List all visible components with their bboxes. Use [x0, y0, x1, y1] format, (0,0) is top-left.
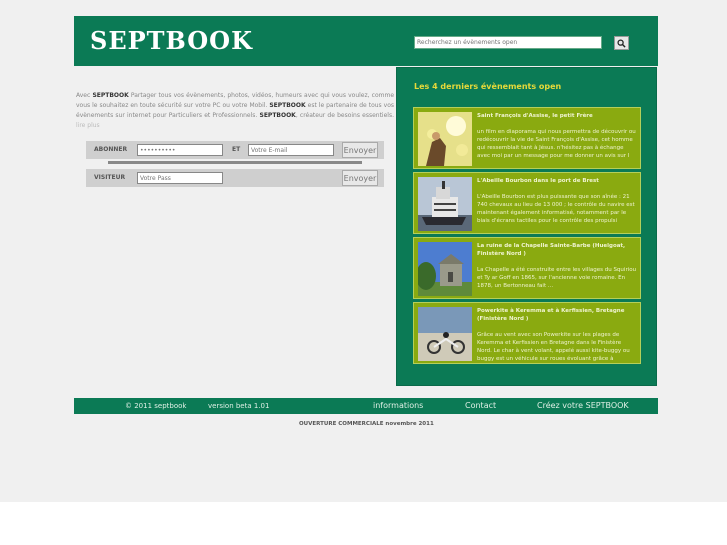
subscribe-row: ABONNER ET Envoyer [86, 141, 384, 159]
event-description: Grâce au vent avec son Powerkite sur les… [477, 332, 630, 362]
event-card[interactable]: Powerkite à Keremma et à Kerfissien, Bre… [413, 302, 641, 364]
search-input[interactable] [414, 36, 602, 49]
brand-name: SEPTBOOK [269, 102, 306, 109]
site-logo[interactable]: SEPTBOOK [90, 26, 253, 55]
event-thumbnail[interactable] [418, 177, 472, 231]
email-field[interactable] [248, 144, 334, 156]
event-description: un film en diaporama qui nous permettra … [477, 129, 636, 159]
brand-name: SEPTBOOK [92, 92, 129, 99]
visitor-row: VISITEUR Envoyer [86, 169, 384, 187]
visitor-pass-field[interactable] [137, 172, 223, 184]
event-title[interactable]: Powerkite à Keremma et à Kerfissien, Bre… [477, 307, 637, 323]
opening-notice: OUVERTURE COMMERCIALE novembre 2011 [299, 421, 434, 427]
event-description: La Chapelle a été construite entre les v… [477, 267, 637, 289]
event-title[interactable]: L'Abeille Bourbon dans le port de Brest [477, 177, 637, 185]
brand-name: SEPTBOOK [259, 112, 296, 119]
event-card[interactable]: Saint François d'Assise, le petit Frère … [413, 107, 641, 169]
header: SEPTBOOK [74, 16, 658, 66]
visitor-label: VISITEUR [94, 174, 126, 181]
copyright-text: © 2011 septbook [125, 402, 187, 410]
separator-bar [108, 161, 362, 164]
events-title: Les 4 derniers évènements open [414, 82, 562, 91]
subscribe-password-field[interactable] [137, 144, 223, 156]
events-panel: Les 4 derniers évènements open Saint Fra… [396, 67, 657, 386]
informations-link[interactable]: informations [373, 401, 423, 410]
subscribe-send-button[interactable]: Envoyer [342, 142, 378, 158]
event-card[interactable]: La ruine de la Chapelle Sainte-Barbe (Hu… [413, 237, 641, 299]
search-icon [617, 38, 626, 48]
event-title[interactable]: Saint François d'Assise, le petit Frère [477, 112, 637, 120]
contact-link[interactable]: Contact [465, 401, 496, 410]
footer: © 2011 septbook version beta 1.01 inform… [74, 398, 658, 414]
visitor-send-button[interactable]: Envoyer [342, 170, 378, 186]
intro-text: Avec SEPTBOOK Partager tous vos évènemen… [76, 92, 395, 129]
read-more-link[interactable]: lire plus [76, 122, 100, 129]
event-thumbnail[interactable] [418, 112, 472, 166]
and-label: ET [232, 146, 241, 153]
subscribe-label: ABONNER [94, 146, 128, 153]
version-text: version beta 1.01 [208, 402, 270, 410]
create-septbook-link[interactable]: Créez votre SEPTBOOK [537, 401, 629, 410]
search-button[interactable] [614, 36, 629, 50]
event-thumbnail[interactable] [418, 307, 472, 361]
event-description: L'Abeille Bourbon est plus puissante que… [477, 194, 635, 224]
event-card[interactable]: L'Abeille Bourbon dans le port de Brest … [413, 172, 641, 234]
event-thumbnail[interactable] [418, 242, 472, 296]
event-title[interactable]: La ruine de la Chapelle Sainte-Barbe (Hu… [477, 242, 637, 258]
